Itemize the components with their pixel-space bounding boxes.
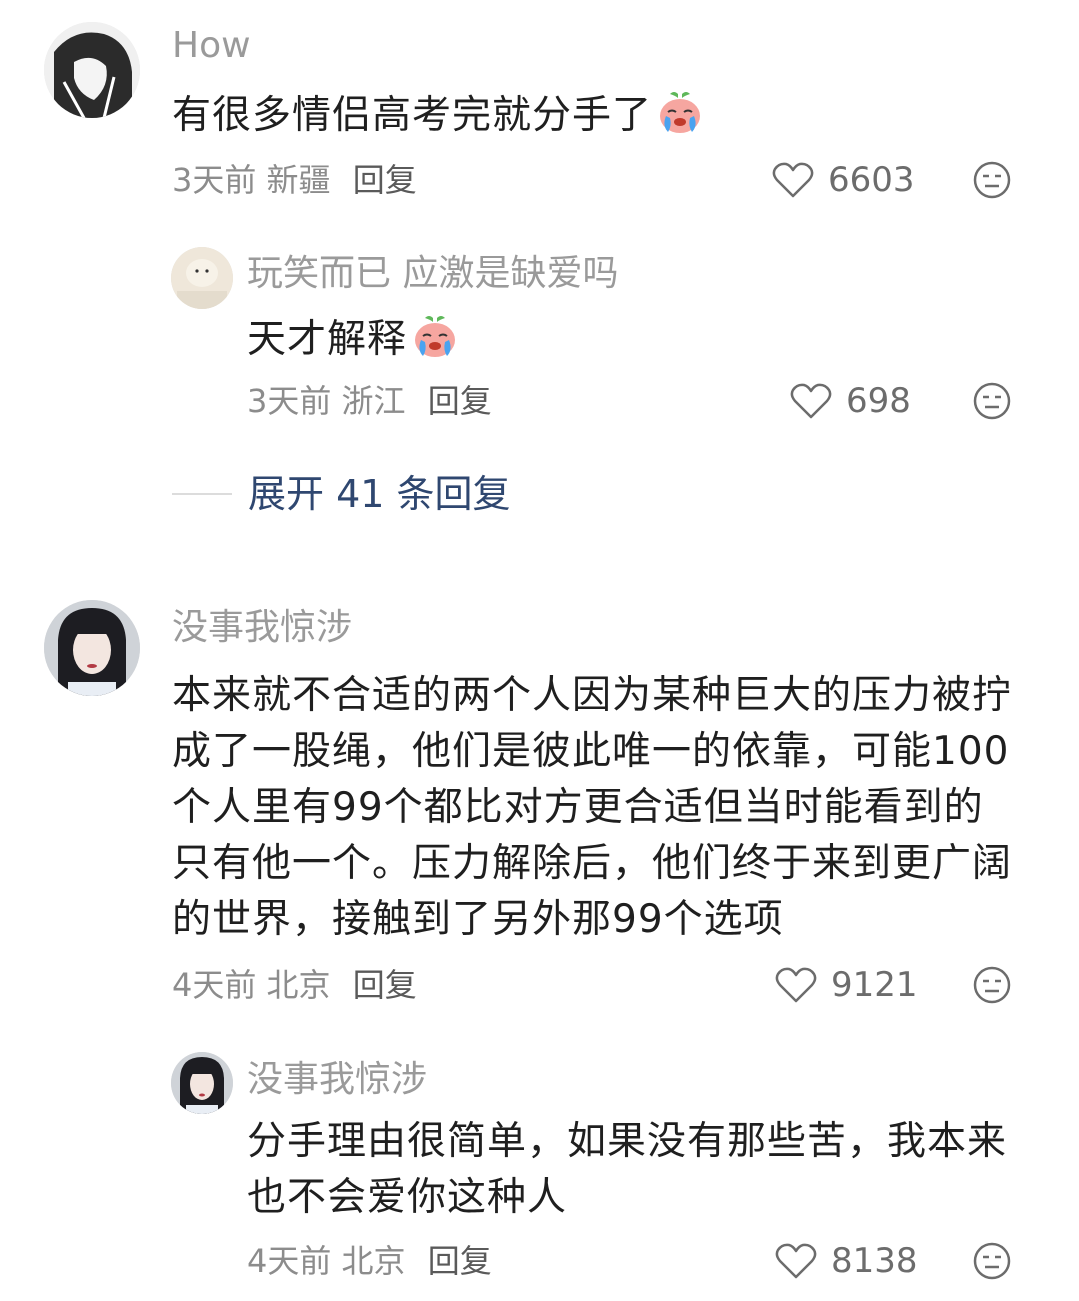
reply-button[interactable]: 回复	[428, 1242, 492, 1280]
reply-location: 浙江	[341, 382, 406, 420]
crying-face-emoji-icon	[415, 316, 456, 357]
like-button[interactable]: 698	[790, 381, 911, 421]
like-button[interactable]: 9121	[775, 965, 918, 1005]
like-count: 9121	[831, 965, 918, 1005]
like-button[interactable]: 8138	[775, 1241, 918, 1281]
reply-button[interactable]: 回复	[353, 161, 417, 199]
dislike-face-icon[interactable]	[972, 381, 1012, 421]
comment-content: 本来就不合适的两个人因为某种巨大的压力被拧成了一股绳，他们是彼此唯一的依靠，可能…	[172, 668, 1022, 948]
reply-username[interactable]: 玩笑而已 应激是缺爱吗	[247, 254, 618, 294]
comment-meta: 3天前 新疆 回复	[172, 160, 417, 200]
reply-content: 分手理由很简单，如果没有那些苦，我本来也不会爱你这种人	[247, 1114, 1017, 1226]
heart-icon	[790, 383, 832, 419]
reply-text: 天才解释	[247, 317, 408, 362]
avatar-image	[44, 22, 140, 118]
reply-text: 分手理由很简单，如果没有那些苦，我本来也不会爱你这种人	[247, 1119, 1008, 1220]
comment-time: 3天前	[172, 161, 257, 199]
reply-meta: 3天前 浙江 回复	[247, 381, 492, 421]
comment-location: 北京	[266, 966, 331, 1004]
avatar-image	[171, 1052, 233, 1114]
comment-location: 新疆	[266, 161, 331, 199]
heart-icon	[772, 162, 814, 198]
comment-username[interactable]: How	[172, 26, 251, 66]
heart-icon	[775, 1243, 817, 1279]
comment-content: 有很多情侣高考完就分手了	[172, 88, 1032, 144]
reply-content: 天才解释	[247, 312, 1027, 368]
reply-time: 4天前	[247, 1242, 332, 1280]
expand-replies-label: 展开 41 条回复	[248, 472, 511, 516]
dislike-face-icon[interactable]	[972, 160, 1012, 200]
expand-replies-button[interactable]: 展开 41 条回复	[172, 470, 511, 518]
reply-meta: 4天前 北京 回复	[247, 1241, 492, 1281]
avatar[interactable]	[171, 247, 233, 309]
heart-icon	[775, 967, 817, 1003]
like-count: 6603	[828, 160, 915, 200]
like-count: 698	[846, 381, 911, 421]
comment-text: 本来就不合适的两个人因为某种巨大的压力被拧成了一股绳，他们是彼此唯一的依靠，可能…	[172, 673, 1013, 942]
avatar[interactable]	[44, 22, 140, 118]
like-count: 8138	[831, 1241, 918, 1281]
comment-text: 有很多情侣高考完就分手了	[172, 93, 653, 138]
dislike-face-icon[interactable]	[972, 965, 1012, 1005]
reply-username[interactable]: 没事我惊涉	[247, 1060, 427, 1100]
divider-line	[172, 493, 232, 495]
crying-face-emoji-icon	[660, 92, 701, 133]
avatar-image	[44, 600, 140, 696]
avatar-image	[171, 247, 233, 309]
comment-username[interactable]: 没事我惊涉	[172, 608, 352, 648]
comment-time: 4天前	[172, 966, 257, 1004]
avatar[interactable]	[171, 1052, 233, 1114]
like-button[interactable]: 6603	[772, 160, 915, 200]
avatar[interactable]	[44, 600, 140, 696]
reply-button[interactable]: 回复	[353, 966, 417, 1004]
comment-meta: 4天前 北京 回复	[172, 965, 417, 1005]
reply-button[interactable]: 回复	[428, 382, 492, 420]
reply-location: 北京	[341, 1242, 406, 1280]
reply-time: 3天前	[247, 382, 332, 420]
dislike-face-icon[interactable]	[972, 1241, 1012, 1281]
